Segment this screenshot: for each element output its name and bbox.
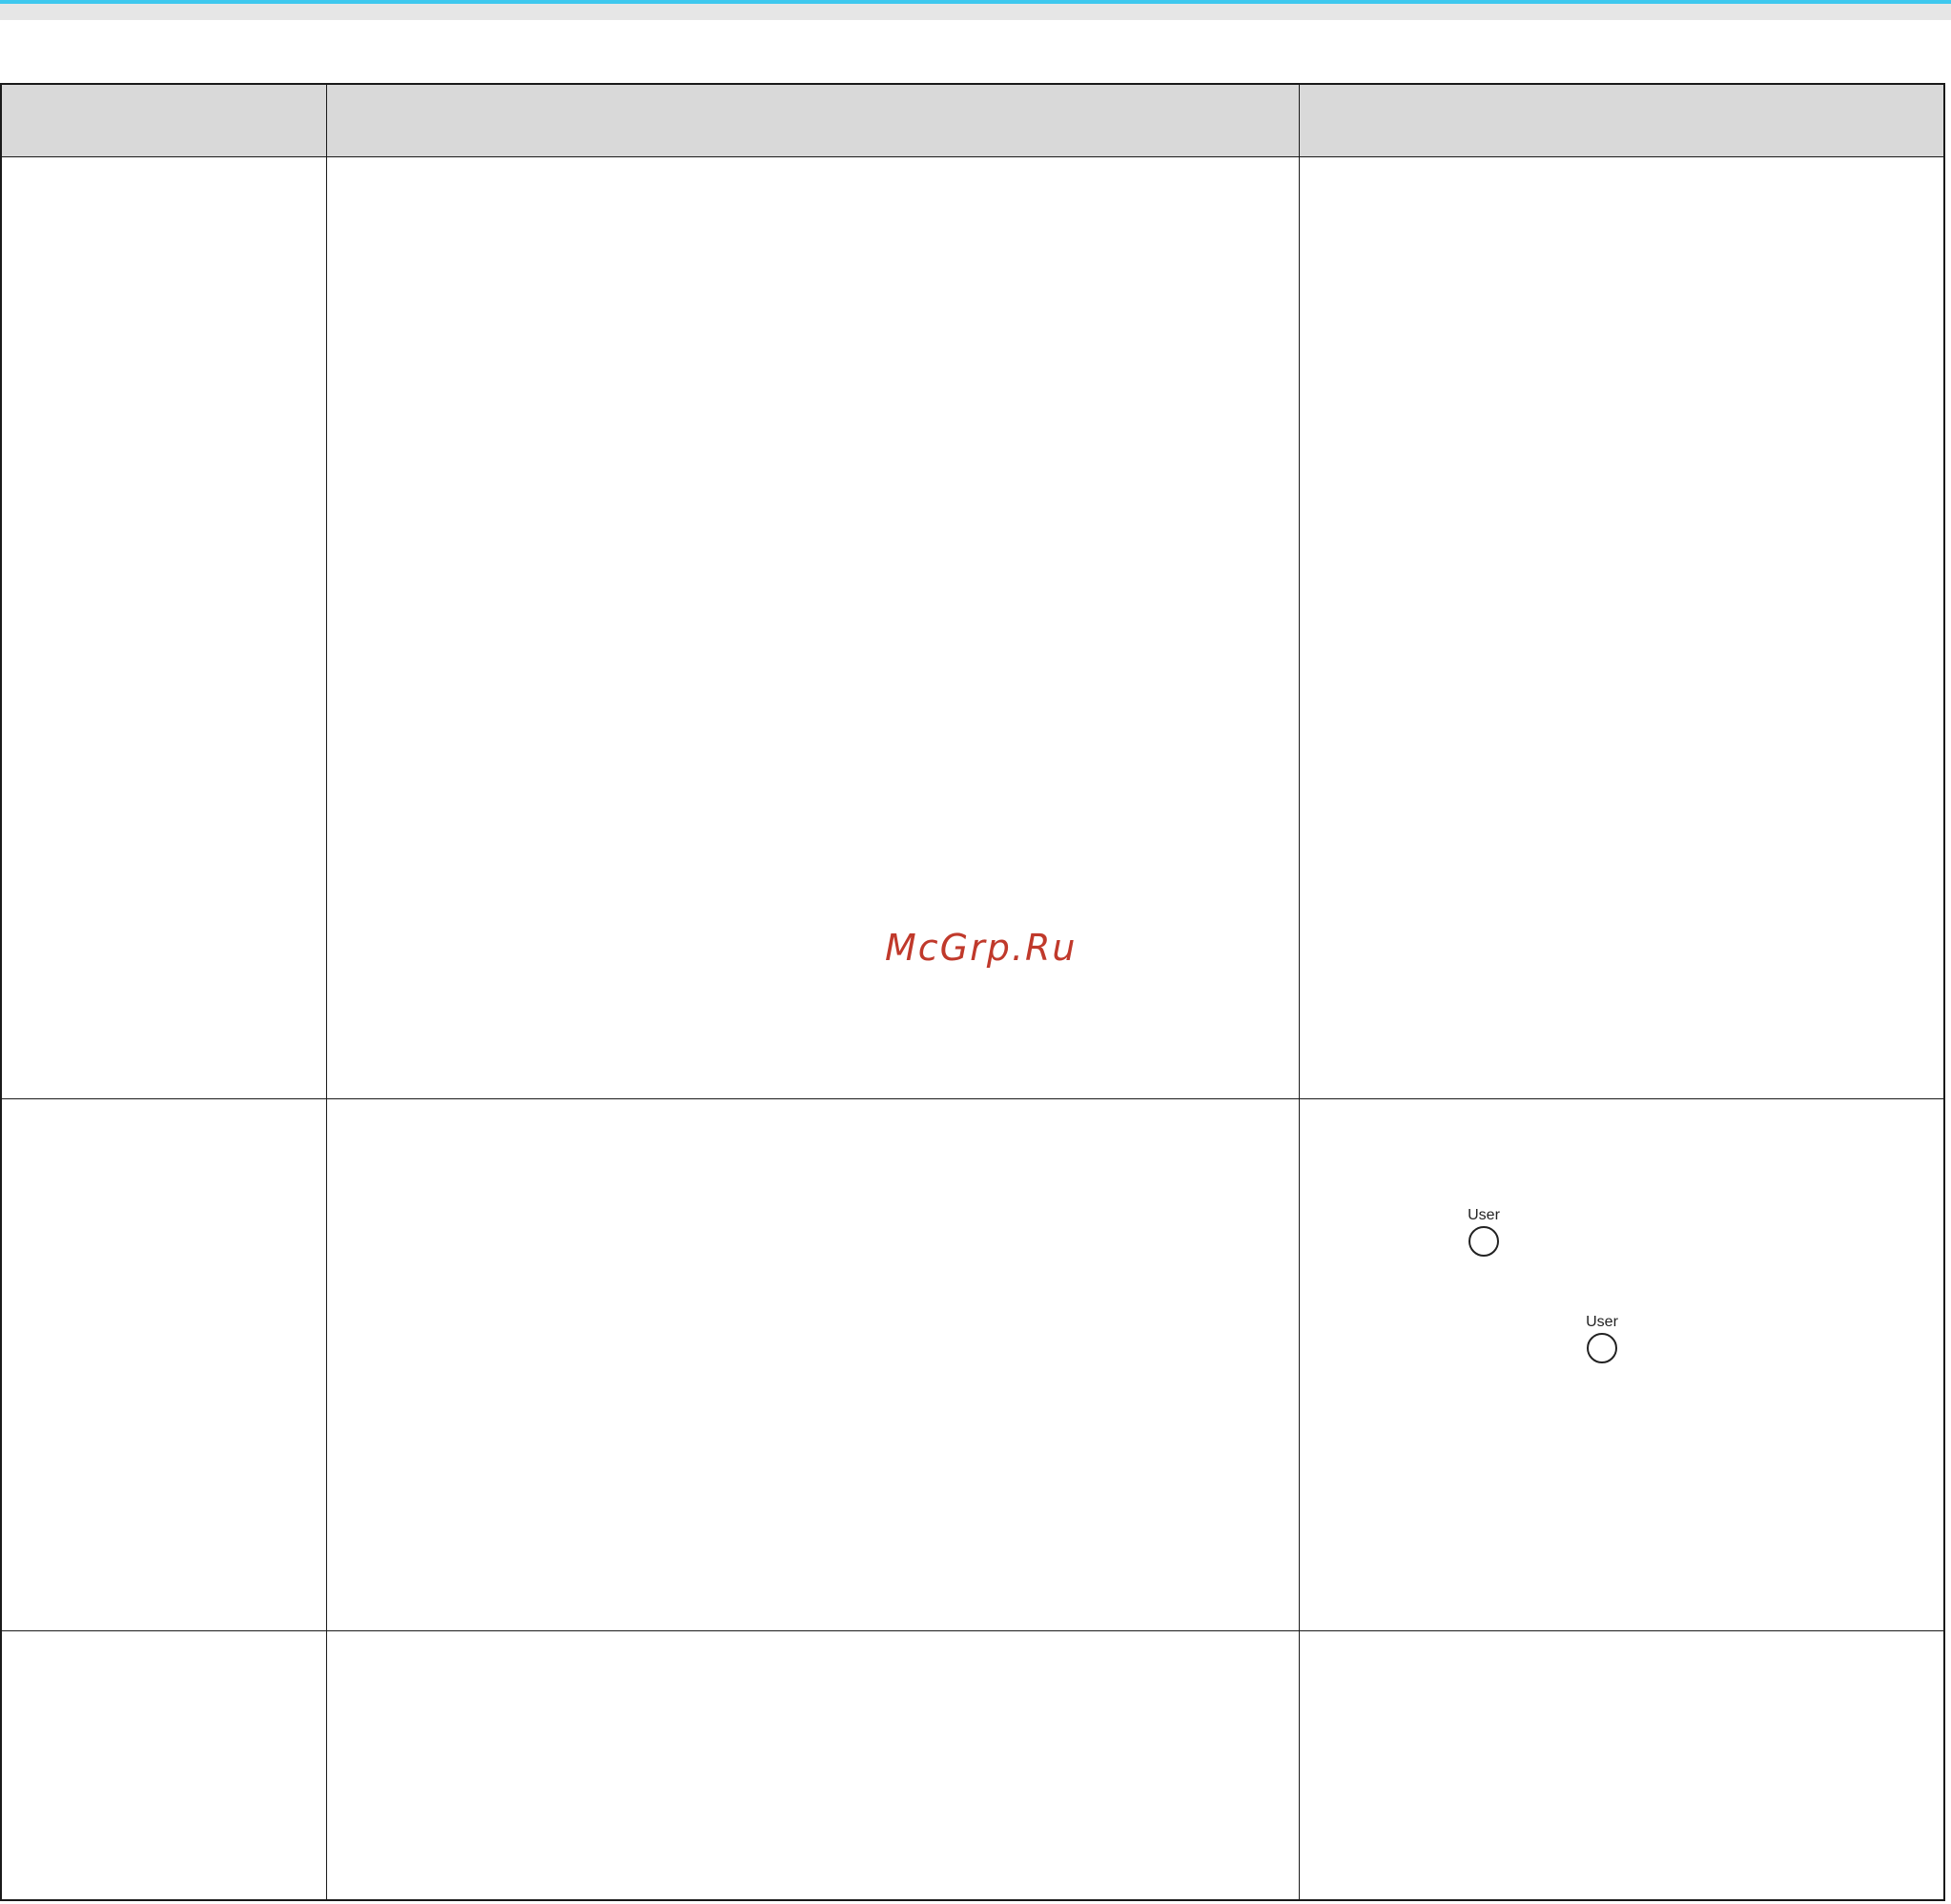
table-header-row bbox=[2, 85, 1943, 157]
column-divider-2 bbox=[1299, 85, 1300, 1899]
user-button-icon: User bbox=[1465, 1207, 1503, 1257]
user-button-icon: User bbox=[1583, 1314, 1621, 1363]
manual-table bbox=[0, 83, 1945, 1901]
user-button-circle bbox=[1587, 1333, 1617, 1363]
user-button-label: User bbox=[1468, 1207, 1500, 1223]
watermark-text: McGrp.Ru bbox=[885, 927, 1078, 969]
row-divider-1 bbox=[2, 1098, 1943, 1099]
user-button-label: User bbox=[1586, 1314, 1618, 1330]
user-button-circle bbox=[1468, 1226, 1499, 1257]
column-divider-1 bbox=[326, 85, 327, 1899]
top-header-band bbox=[0, 4, 1951, 20]
row-divider-2 bbox=[2, 1630, 1943, 1631]
